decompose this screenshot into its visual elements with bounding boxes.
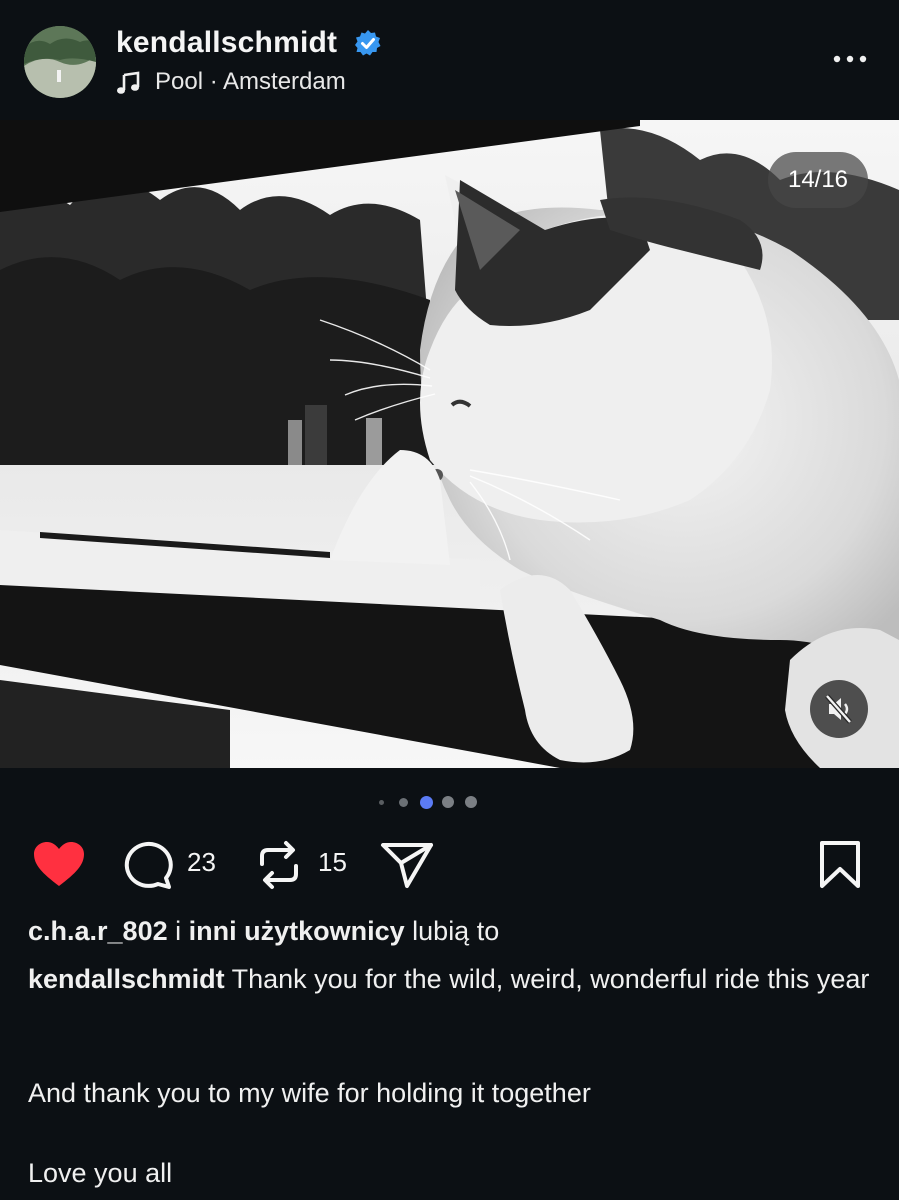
carousel-dot [465,796,477,808]
caption-author[interactable]: kendallschmidt [28,964,225,994]
post-author-username[interactable]: kendallschmidt [116,26,337,60]
share-icon[interactable] [380,840,434,890]
repost-icon[interactable] [256,840,302,890]
heart-icon[interactable] [32,840,86,888]
carousel-dot-active [420,796,433,809]
carousel-dot [379,800,384,805]
bookmark-icon[interactable] [818,840,862,890]
post-header: kendallschmidt Pool · Amsterdam [0,0,899,120]
caption-paragraph: Love you all [28,1158,173,1188]
speaker-muted-icon [825,694,852,724]
music-note-icon [117,71,140,94]
likes-suffix: lubią to [404,916,500,946]
carousel-dot [399,798,408,807]
liker-username[interactable]: c.h.a.r_802 [28,916,168,946]
action-bar: 23 15 [0,830,899,900]
likes-connector: i [167,916,189,946]
carousel-counter: 14/16 [768,152,868,208]
carousel-dot [442,796,454,808]
likes-summary[interactable]: c.h.a.r_802 i inni użytkownicy lubią to [28,916,499,947]
more-dots-icon[interactable] [832,52,868,66]
likes-others[interactable]: inni użytkownicy [189,916,405,946]
mute-button[interactable] [810,680,868,738]
caption-paragraph: And thank you to my wife for holding it … [28,1078,591,1108]
caption: kendallschmidt Thank you for the wild, w… [28,960,873,998]
comment-icon[interactable] [122,840,174,890]
comment-count: 23 [187,847,216,877]
carousel-dots [0,792,899,812]
repost-count: 15 [318,847,347,877]
post-image[interactable] [0,120,899,768]
audio-location-label[interactable]: Pool · Amsterdam [155,68,346,96]
verified-badge-icon [355,30,381,56]
cat-photo [0,120,899,768]
avatar[interactable] [24,26,96,98]
caption-text: Thank you for the wild, weird, wonderful… [224,964,870,994]
